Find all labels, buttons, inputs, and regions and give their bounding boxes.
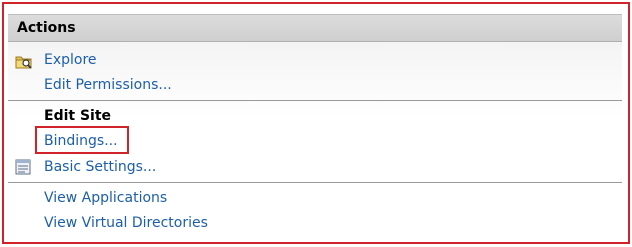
actions-panel: Explore Edit Permissions... Edit Site Bi… [8, 42, 622, 238]
view-virtual-directories-link[interactable]: View Virtual Directories [44, 215, 208, 231]
bindings-link[interactable]: Bindings... [44, 133, 118, 149]
separator [8, 100, 622, 101]
basic-settings-icon [14, 158, 32, 180]
explore-link[interactable]: Explore [44, 52, 97, 68]
view-applications-link[interactable]: View Applications [44, 190, 167, 206]
explore-folder-icon [15, 52, 33, 74]
actions-panel-header: Actions [8, 14, 622, 42]
separator [8, 182, 622, 183]
panel-title: Actions [17, 20, 76, 36]
edit-site-heading: Edit Site [44, 108, 112, 124]
edit-permissions-link[interactable]: Edit Permissions... [44, 77, 172, 93]
basic-settings-link[interactable]: Basic Settings... [44, 159, 156, 175]
